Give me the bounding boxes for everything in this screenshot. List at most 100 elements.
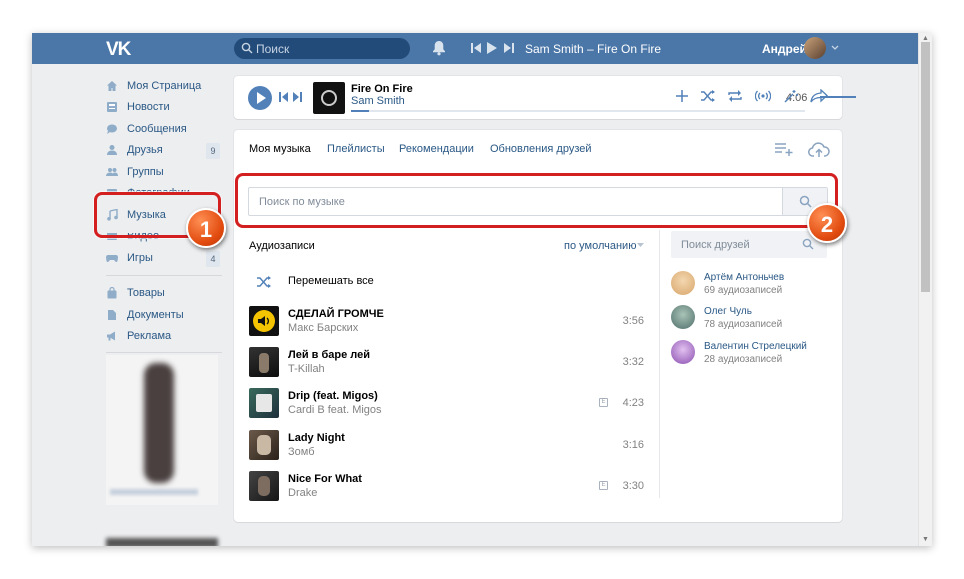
play-icon[interactable] [487,42,497,54]
upload-cloud-icon[interactable] [808,142,830,158]
tab-recommendations[interactable]: Рекомендации [399,143,474,155]
track-row[interactable]: СДЕЛАЙ ГРОМЧЕ Макс Барских 3:56 [249,306,644,340]
track-duration: 3:30 [622,480,644,492]
scroll-up-icon[interactable]: ▲ [922,35,929,42]
progress-bar[interactable] [351,110,805,112]
previous-track-icon[interactable] [471,42,481,54]
share-icon[interactable] [810,89,828,103]
sidebar-item-news[interactable]: Новости [104,98,224,118]
sidebar-item-groups[interactable]: Группы [104,163,224,183]
explicit-icon: E [599,398,608,407]
friend-audio-count: 28 аудиозаписей [704,354,783,365]
player-track-artist[interactable]: Sam Smith [351,95,405,107]
track-artist[interactable]: Макс Барских [288,322,358,334]
add-playlist-icon[interactable] [774,142,794,156]
friend-name[interactable]: Артём Антоньчев [704,272,784,283]
global-search-placeholder: Поиск [256,42,290,56]
player-track-title[interactable]: Fire On Fire [351,83,413,95]
user-name[interactable]: Андрей [762,42,807,56]
top-bar: VK Поиск Sam Smith – Fire On Fire Андрей [32,33,918,64]
add-icon[interactable] [675,89,689,103]
browser-viewport: VK Поиск Sam Smith – Fire On Fire Андрей… [32,33,932,546]
track-cover[interactable] [249,430,279,460]
sidebar-ad-image[interactable] [106,355,218,505]
scrollbar-thumb[interactable] [921,42,930,292]
tab-my-music[interactable]: Моя музыка [249,143,311,155]
search-icon [802,238,814,250]
bell-icon[interactable] [432,40,446,56]
sidebar-item-label: Группы [127,166,164,178]
avatar[interactable] [671,305,695,329]
track-artist[interactable]: T-Killah [288,363,325,375]
sidebar-ad-image-2[interactable] [106,538,218,546]
track-cover[interactable] [249,388,279,418]
sidebar-item-ads[interactable]: Реклама [104,327,224,347]
next-track-icon[interactable] [293,92,302,102]
track-artist[interactable]: Cardi B feat. Migos [288,404,382,416]
shuffle-icon[interactable] [700,89,716,103]
shuffle-icon[interactable] [256,275,272,289]
previous-track-icon[interactable] [279,92,288,102]
friend-item[interactable]: Артём Антоньчев 69 аудиозаписей [671,271,831,301]
friend-item[interactable]: Олег Чуль 78 аудиозаписей [671,305,831,335]
now-playing-label[interactable]: Sam Smith – Fire On Fire [525,42,661,56]
track-cover[interactable] [249,471,279,501]
magic-wand-icon[interactable] [783,89,799,103]
track-row[interactable]: Drip (feat. Migos) Cardi B feat. Migos E… [249,388,644,422]
tab-friends-updates[interactable]: Обновления друзей [490,143,592,155]
gamepad-icon [106,255,118,262]
sidebar-item-label: Друзья [127,144,163,156]
next-track-icon[interactable] [504,42,514,54]
page-scrollbar[interactable]: ▲ ▼ [918,33,932,546]
chevron-down-icon[interactable] [637,243,644,248]
sidebar-item-friends[interactable]: Друзья 9 [104,141,224,161]
friends-search-input[interactable]: Поиск друзей [671,231,827,258]
friend-item[interactable]: Валентин Стрелецкий 28 аудиозаписей [671,340,831,370]
sidebar-item-goods[interactable]: Товары [104,284,224,304]
track-row[interactable]: Лей в баре лей T-Killah 3:32 [249,347,644,381]
track-duration: 4:23 [622,397,644,409]
track-cover[interactable] [249,347,279,377]
track-artist[interactable]: Зомб [288,446,315,458]
global-search-input[interactable]: Поиск [234,38,410,59]
track-cover[interactable] [249,306,279,336]
sidebar-item-label: Товары [127,287,165,299]
tab-playlists[interactable]: Плейлисты [327,143,385,155]
sidebar-item-label: Новости [127,101,170,113]
track-row[interactable]: Lady Night Зомб 3:16 [249,430,644,464]
sidebar-item-my-page[interactable]: Моя Страница [104,77,224,97]
sidebar-item-games[interactable]: Игры 4 [104,249,224,269]
avatar[interactable] [671,271,695,295]
step-badge-2: 2 [807,203,847,243]
shuffle-all-button[interactable]: Перемешать все [288,275,374,287]
chevron-down-icon[interactable] [831,45,839,51]
friend-name[interactable]: Олег Чуль [704,306,752,317]
avatar[interactable] [804,37,826,59]
sidebar-item-label: Моя Страница [127,80,202,92]
sidebar-item-label: Реклама [127,330,172,342]
vk-logo[interactable]: VK [106,39,131,61]
track-row[interactable]: Nice For What Drake E 3:30 [249,471,644,505]
play-button[interactable] [248,86,272,110]
friends-icon [107,145,117,155]
repeat-icon[interactable] [727,89,743,103]
track-duration: 3:56 [622,315,644,327]
broadcast-icon[interactable] [755,89,771,103]
highlight-music-search [235,173,838,228]
progress-fill [351,110,370,112]
sidebar-item-documents[interactable]: Документы [104,306,224,326]
news-icon [107,102,117,112]
sort-dropdown[interactable]: по умолчанию [564,240,636,252]
megaphone-icon [107,331,115,341]
document-icon [108,310,116,320]
avatar[interactable] [671,340,695,364]
ad-figure [144,363,174,483]
message-icon [107,124,117,134]
step-badge-1: 1 [186,208,226,248]
track-artist[interactable]: Drake [288,487,317,499]
sidebar-item-label: Игры [127,252,153,264]
sidebar-divider [106,352,222,353]
scroll-down-icon[interactable]: ▼ [922,536,929,543]
friend-name[interactable]: Валентин Стрелецкий [704,341,807,352]
sidebar-item-messages[interactable]: Сообщения [104,120,224,140]
